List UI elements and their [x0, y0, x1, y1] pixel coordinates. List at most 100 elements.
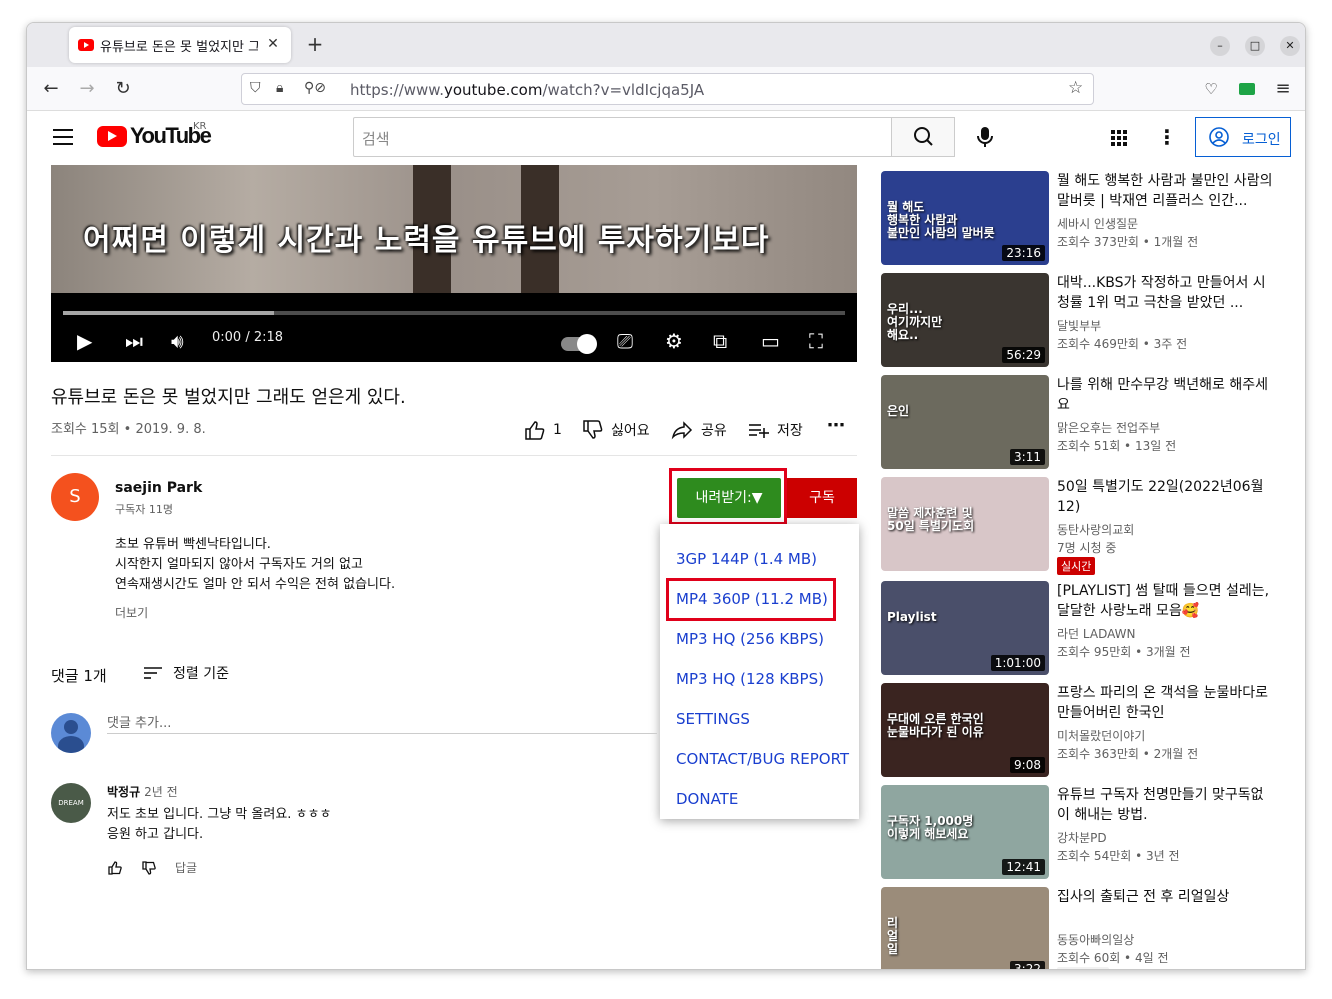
settings-option[interactable]: SETTINGS: [676, 710, 750, 728]
recommended-video-title[interactable]: 50일 특별기도 22일(2022년06월12): [1057, 477, 1273, 517]
permissions-icon[interactable]: ⚲⊘: [304, 80, 326, 96]
video-thumbnail[interactable]: 은인 3:11: [881, 375, 1049, 469]
close-window-button[interactable]: ✕: [1280, 36, 1300, 56]
subtitles-icon[interactable]: ⎚: [617, 329, 633, 353]
recommended-channel-name[interactable]: 동탄사랑의교회: [1057, 521, 1134, 538]
video-thumbnail[interactable]: 리 얼 일 3:22: [881, 887, 1049, 969]
recommended-video[interactable]: 말씀 제자훈련 및 50일 특별기도회 50일 특별기도 22일(2022년06월…: [881, 477, 1291, 575]
recommended-video-title[interactable]: 집사의 출퇴근 전 후 리얼일상: [1057, 887, 1273, 907]
browser-tab[interactable]: 유튜브로 돈은 못 벌었지만 그 ✕: [69, 27, 291, 63]
forward-button[interactable]: →: [75, 77, 99, 101]
new-tab-button[interactable]: +: [303, 33, 327, 57]
recommended-channel-name[interactable]: 미처몰랐던이야기: [1057, 727, 1145, 744]
recommended-video[interactable]: 은인 3:11 나를 위해 만수무강 백년해로 해주세요 맑은오후는 전업주부 조회수 …: [881, 375, 1291, 469]
video-thumbnail[interactable]: 말씀 제자훈련 및 50일 특별기도회: [881, 477, 1049, 571]
download-option-3gp-144p[interactable]: 3GP 144P (1.4 MB): [676, 550, 817, 568]
dislike-button[interactable]: 싫어요: [581, 419, 650, 441]
url-text[interactable]: https://www.youtube.com/watch?v=vldIcjqa…: [350, 81, 704, 99]
video-player[interactable]: 어쩌면 이렇게 시간과 노력을 유튜브에 투자하기보다 ▶ ⏭︎ 🔊︎ 0:00…: [51, 165, 857, 362]
miniplayer-icon[interactable]: ⧉: [713, 329, 727, 353]
nav-bar: ← → ↻ ⛉ 🔒︎ ⚲⊘ https://www.youtube.com/wa…: [27, 67, 1305, 111]
playlist-add-icon: [749, 424, 769, 438]
url-bar[interactable]: ⛉ 🔒︎ ⚲⊘ https://www.youtube.com/watch?v=…: [241, 73, 1094, 105]
recommended-channel-name[interactable]: 동동아빠의일상: [1057, 931, 1134, 948]
recommended-video[interactable]: 우리... 여기까지만 해요.. 56:29 대박...KBS가 작정하고 만들어서…: [881, 273, 1291, 367]
comment-dislike-icon[interactable]: [141, 860, 157, 876]
recommended-channel-name[interactable]: 세바시 인생질문: [1057, 215, 1138, 232]
video-thumbnail[interactable]: 뭘 해도 행복한 사람과 불만인 사람의 말버릇 23:16: [881, 171, 1049, 265]
contact-bug-report-option[interactable]: CONTACT/BUG REPORT: [676, 750, 849, 768]
video-duration: 56:29: [1002, 347, 1045, 363]
show-more-link[interactable]: 더보기: [115, 604, 148, 621]
next-icon[interactable]: ⏭︎: [125, 329, 143, 353]
login-button[interactable]: 로그인: [1195, 117, 1291, 157]
guide-menu-icon[interactable]: [53, 129, 73, 145]
search-input[interactable]: 검색: [353, 117, 892, 157]
save-button[interactable]: 저장: [747, 419, 803, 441]
recommended-channel-name[interactable]: 맑은오후는 전업주부: [1057, 419, 1160, 436]
description-line: 연속재생시간도 얼마 안 되서 수익은 전혀 없습니다.: [115, 577, 396, 592]
video-thumbnail[interactable]: 무대에 오른 한국인 눈물바다가 된 이유 9:08: [881, 683, 1049, 777]
recommended-video[interactable]: 리 얼 일 3:22 집사의 출퇴근 전 후 리얼일상 동동아빠의일상 조회수 60회 …: [881, 887, 1291, 969]
video-thumbnail[interactable]: 우리... 여기까지만 해요.. 56:29: [881, 273, 1049, 367]
recommended-video[interactable]: 무대에 오른 한국인 눈물바다가 된 이유 9:08 프랑스 파리의 온 객석을 눈…: [881, 683, 1291, 777]
channel-avatar[interactable]: S: [51, 473, 99, 521]
shield-icon[interactable]: ⛉: [250, 80, 261, 96]
recommended-channel-name[interactable]: 달빛부부: [1057, 317, 1101, 334]
recommended-video-title[interactable]: 대박...KBS가 작정하고 만들어서 시청률 1위 먹고 극찬을 받았던 ..…: [1057, 273, 1273, 313]
recommended-video[interactable]: 구독자 1,000명 이렇게 해보세요 12:41 유튜브 구독자 천명만들기 맞구…: [881, 785, 1291, 879]
theater-mode-icon[interactable]: ▭: [761, 329, 780, 353]
video-thumbnail[interactable]: 구독자 1,000명 이렇게 해보세요 12:41: [881, 785, 1049, 879]
more-options-icon[interactable]: ⋮: [1157, 127, 1177, 149]
extension-icon[interactable]: [1235, 77, 1259, 101]
play-icon[interactable]: ▶: [77, 329, 92, 353]
pocket-icon[interactable]: ♡: [1199, 77, 1223, 101]
recommended-channel-name[interactable]: 라던 LADAWN: [1057, 625, 1136, 642]
tab-close-icon[interactable]: ✕: [263, 34, 283, 54]
recommended-video[interactable]: Playlist 1:01:00 [PLAYLIST] 썸 탈때 들으면 설레는, …: [881, 581, 1291, 675]
youtube-header: YouTube KR 검색 ⋮ 로그인: [27, 111, 1305, 165]
fullscreen-icon[interactable]: ⛶: [809, 329, 823, 353]
lock-icon[interactable]: 🔒︎: [276, 80, 283, 96]
youtube-logo-icon[interactable]: [97, 126, 127, 147]
recommended-video-title[interactable]: 나를 위해 만수무강 백년해로 해주세요: [1057, 375, 1273, 415]
more-actions-icon[interactable]: ⋯: [827, 415, 845, 436]
channel-name[interactable]: saejin Park: [115, 480, 202, 496]
autoplay-toggle[interactable]: [561, 332, 597, 356]
bookmark-star-icon[interactable]: ☆: [1068, 78, 1083, 98]
tab-bar: 유튜브로 돈은 못 벌었지만 그 ✕ + – □ ✕: [27, 23, 1305, 67]
settings-icon[interactable]: ⚙︎: [665, 329, 683, 353]
download-option-mp4-360p[interactable]: MP4 360P (11.2 MB): [676, 590, 828, 608]
share-button[interactable]: 공유: [671, 419, 727, 441]
maximize-button[interactable]: □: [1245, 36, 1265, 56]
recommended-video-title[interactable]: [PLAYLIST] 썸 탈때 들으면 설레는, 달달한 사랑노래 모음🥰: [1057, 581, 1273, 621]
search-button[interactable]: [891, 117, 955, 157]
video-thumbnail[interactable]: Playlist 1:01:00: [881, 581, 1049, 675]
apps-grid-icon[interactable]: [1109, 128, 1129, 148]
progress-bar[interactable]: [63, 311, 845, 315]
comment-like-icon[interactable]: [107, 860, 123, 876]
like-button[interactable]: 1: [523, 419, 562, 441]
comment-input[interactable]: 댓글 추가...: [107, 712, 657, 734]
recommended-video-title[interactable]: 유튜브 구독자 천명만들기 맞구독없이 해내는 방법.: [1057, 785, 1273, 825]
reload-button[interactable]: ↻: [111, 77, 135, 101]
back-button[interactable]: ←: [39, 77, 63, 101]
sort-comments-button[interactable]: 정렬 기준: [143, 663, 229, 683]
volume-icon[interactable]: 🔊︎: [171, 329, 184, 353]
voice-search-button[interactable]: [967, 119, 1003, 155]
recommended-channel-name[interactable]: 강차분PD: [1057, 829, 1107, 846]
subscribe-button[interactable]: 구독: [787, 478, 857, 518]
commenter-avatar[interactable]: DREAM: [51, 783, 91, 823]
download-option-mp3-256[interactable]: MP3 HQ (256 KBPS): [676, 630, 824, 648]
comment-author[interactable]: 박정규 2년 전: [107, 783, 178, 800]
download-button[interactable]: 내려받기:▼: [677, 478, 781, 518]
donate-option[interactable]: DONATE: [676, 790, 738, 808]
minimize-button[interactable]: –: [1210, 36, 1230, 56]
menu-icon[interactable]: ≡: [1271, 77, 1295, 101]
download-dropdown: 3GP 144P (1.4 MB) MP4 360P (11.2 MB) MP3…: [660, 524, 859, 819]
reply-button[interactable]: 답글: [175, 859, 197, 876]
download-option-mp3-128[interactable]: MP3 HQ (128 KBPS): [676, 670, 824, 688]
recommended-video-title[interactable]: 프랑스 파리의 온 객석을 눈물바다로 만들어버린 한국인: [1057, 683, 1273, 723]
recommended-video[interactable]: 뭘 해도 행복한 사람과 불만인 사람의 말버릇 23:16 뭘 해도 행복한 사람…: [881, 171, 1291, 265]
recommended-video-title[interactable]: 뭘 해도 행복한 사람과 불만인 사람의 말버릇 | 박재연 리플러스 인간..…: [1057, 171, 1273, 211]
